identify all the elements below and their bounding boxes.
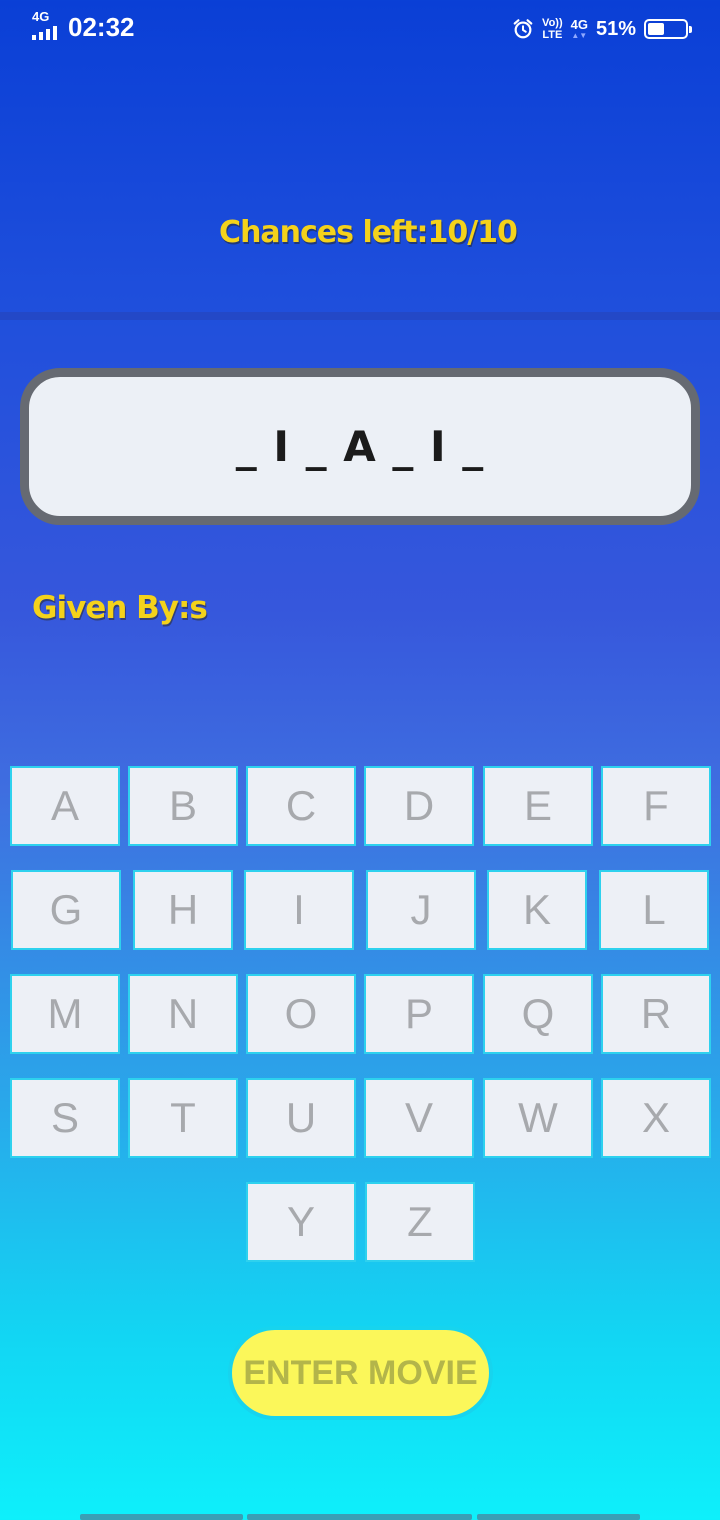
key-t[interactable]: T: [128, 1078, 238, 1158]
key-d[interactable]: D: [364, 766, 474, 846]
key-y[interactable]: Y: [246, 1182, 356, 1262]
enter-movie-button[interactable]: ENTER MOVIE: [228, 1326, 493, 1420]
status-right: Vo)) LTE 4G ▲▼ 51%: [512, 14, 692, 44]
key-j[interactable]: J: [366, 870, 476, 950]
status-left: 4G 02:32: [30, 9, 135, 42]
nav-hint-center: [247, 1514, 472, 1520]
volte-indicator: Vo)) LTE: [542, 17, 563, 41]
key-s[interactable]: S: [10, 1078, 120, 1158]
battery-fill: [648, 23, 665, 35]
key-f[interactable]: F: [601, 766, 711, 846]
data-arrows-icon: ▲▼: [571, 31, 588, 40]
chances-left-label: Chances left:10/10: [219, 215, 518, 250]
key-v[interactable]: V: [364, 1078, 474, 1158]
key-p[interactable]: P: [364, 974, 474, 1054]
hidden-word: _ I _ A _ I _: [235, 422, 485, 471]
volte-bottom: LTE: [542, 29, 563, 41]
key-x[interactable]: X: [601, 1078, 711, 1158]
status-bar: 4G 02:32 Vo)) LTE 4G ▲▼ 51%: [0, 0, 720, 58]
key-b[interactable]: B: [128, 766, 238, 846]
given-by-label: Given By:s: [32, 590, 208, 626]
key-e[interactable]: E: [483, 766, 593, 846]
key-w[interactable]: W: [483, 1078, 593, 1158]
nav-hint-right: [477, 1514, 640, 1520]
key-q[interactable]: Q: [483, 974, 593, 1054]
header-divider: [0, 312, 720, 320]
key-m[interactable]: M: [10, 974, 120, 1054]
battery-icon: [644, 19, 692, 39]
key-k[interactable]: K: [487, 870, 587, 950]
nav-hint-left: [80, 1514, 243, 1520]
volte-top: Vo)): [542, 17, 563, 29]
key-g[interactable]: G: [11, 870, 121, 950]
key-o[interactable]: O: [246, 974, 356, 1054]
key-z[interactable]: Z: [365, 1182, 475, 1262]
key-c[interactable]: C: [246, 766, 356, 846]
alarm-icon: [513, 19, 533, 39]
network-type: 4G: [570, 17, 588, 32]
key-i[interactable]: I: [244, 870, 354, 950]
mobile-data-indicator: 4G ▲▼: [571, 18, 588, 40]
word-panel: _ I _ A _ I _: [20, 368, 700, 525]
key-n[interactable]: N: [128, 974, 238, 1054]
battery-percent: 51%: [595, 18, 636, 40]
key-l[interactable]: L: [599, 870, 709, 950]
key-a[interactable]: A: [10, 766, 120, 846]
status-time: 02:32: [68, 12, 135, 42]
key-h[interactable]: H: [133, 870, 233, 950]
network-tag: 4G: [32, 9, 50, 24]
signal-icon: 4G: [30, 9, 62, 42]
signal-bars: [32, 26, 57, 40]
key-u[interactable]: U: [246, 1078, 356, 1158]
key-r[interactable]: R: [601, 974, 711, 1054]
